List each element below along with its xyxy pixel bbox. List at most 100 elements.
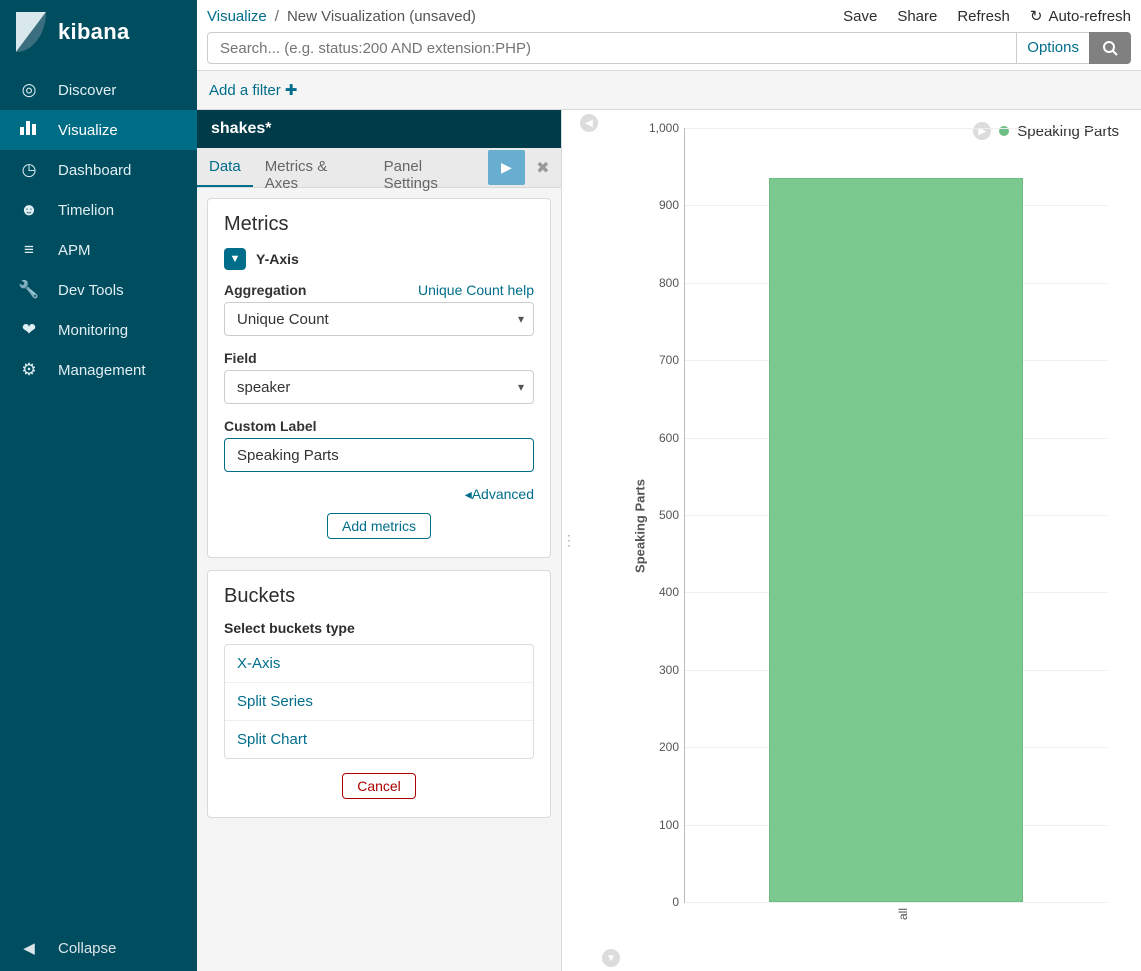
sidebar-item-label: Dev Tools <box>58 282 124 299</box>
sidebar-item-label: Monitoring <box>58 322 128 339</box>
close-icon: ✖ <box>536 158 549 178</box>
sidebar-item-timelion[interactable]: ☻ Timelion <box>0 190 197 230</box>
cycle-icon: ↻ <box>1030 7 1043 25</box>
bucket-split-series[interactable]: Split Series <box>225 683 533 721</box>
share-button[interactable]: Share <box>897 8 937 25</box>
y-tick-label: 600 <box>639 431 679 445</box>
yaxis-toggle[interactable]: ▼ <box>224 248 246 270</box>
tab-panel-settings[interactable]: Panel Settings <box>372 148 489 187</box>
y-tick-label: 700 <box>639 353 679 367</box>
apply-changes-button[interactable]: ▶ <box>488 150 524 185</box>
metrics-panel: Metrics ▼ Y-Axis Aggregation Unique Coun… <box>207 198 551 558</box>
top-actions: Save Share Refresh ↻ Auto-refresh <box>843 7 1131 25</box>
breadcrumb-current: New Visualization (unsaved) <box>287 8 476 25</box>
sidebar-item-monitoring[interactable]: ❤ Monitoring <box>0 310 197 350</box>
collapse-icon: ◀ <box>18 939 40 957</box>
y-tick-label: 300 <box>639 663 679 677</box>
y-tick-label: 800 <box>639 276 679 290</box>
custom-label-input[interactable] <box>224 438 534 472</box>
play-icon: ▶ <box>501 159 512 176</box>
sidebar-item-visualize[interactable]: Visualize <box>0 110 197 150</box>
kibana-logo-icon <box>16 12 46 52</box>
y-axis-label: Speaking Parts <box>633 479 648 573</box>
sidebar-item-label: Discover <box>58 82 116 99</box>
sidebar-item-devtools[interactable]: 🔧 Dev Tools <box>0 270 197 310</box>
custom-label-label: Custom Label <box>224 418 317 434</box>
viz-editor: shakes* Data Metrics & Axes Panel Settin… <box>197 110 562 971</box>
metrics-heading: Metrics <box>224 213 534 236</box>
x-tick-label: all <box>896 908 910 920</box>
gridline <box>685 128 1107 129</box>
heartbeat-icon: ❤ <box>18 320 40 340</box>
apm-icon: ≡ <box>18 240 40 260</box>
buckets-heading: Buckets <box>224 585 534 608</box>
bucket-type-list: X-Axis Split Series Split Chart <box>224 644 534 759</box>
y-tick-label: 0 <box>639 895 679 909</box>
chart-nav-down[interactable]: ▼ <box>602 949 620 967</box>
save-button[interactable]: Save <box>843 8 877 25</box>
add-filter-button[interactable]: Add a filter ✚ <box>209 82 297 99</box>
caret-down-icon: ▼ <box>230 253 241 265</box>
chart-area: Speaking Parts 0100200300400500600700800… <box>632 128 1117 923</box>
main-column: Visualize / New Visualization (unsaved) … <box>197 0 1141 971</box>
y-tick-label: 100 <box>639 818 679 832</box>
sidebar-item-label: APM <box>58 242 91 259</box>
tab-metrics-axes[interactable]: Metrics & Axes <box>253 148 372 187</box>
barchart-icon <box>18 120 40 140</box>
app-sidebar: kibana ◎ Discover Visualize ◷ Dashboard … <box>0 0 197 971</box>
bucket-split-chart[interactable]: Split Chart <box>225 721 533 758</box>
aggregation-select[interactable]: Unique Count <box>224 302 534 336</box>
timelion-icon: ☻ <box>18 200 40 220</box>
chevron-left-icon: ◀ <box>585 118 593 129</box>
field-select[interactable]: speaker <box>224 370 534 404</box>
sidebar-item-discover[interactable]: ◎ Discover <box>0 70 197 110</box>
auto-refresh-button[interactable]: ↻ Auto-refresh <box>1030 7 1131 25</box>
search-submit-button[interactable] <box>1089 32 1131 64</box>
discard-changes-button[interactable]: ✖ <box>525 148 561 187</box>
buckets-select-label: Select buckets type <box>224 620 534 636</box>
breadcrumb: Visualize / New Visualization (unsaved) <box>207 8 476 25</box>
bucket-xaxis[interactable]: X-Axis <box>225 645 533 683</box>
search-bar: Options <box>207 32 1131 64</box>
editor-tabs: Data Metrics & Axes Panel Settings ▶ ✖ <box>197 148 561 188</box>
breadcrumb-root[interactable]: Visualize <box>207 8 267 25</box>
sidebar-item-label: Visualize <box>58 122 118 139</box>
cancel-button[interactable]: Cancel <box>342 773 416 799</box>
chart-nav-prev[interactable]: ◀ <box>580 114 598 132</box>
breadcrumb-sep: / <box>275 8 279 25</box>
visualization-canvas: ◀ ▶ Speaking Parts Speaking Parts 010020… <box>576 110 1141 971</box>
gridline <box>685 902 1107 903</box>
sidebar-collapse[interactable]: ◀ Collapse <box>0 925 197 971</box>
sidebar-item-label: Management <box>58 362 146 379</box>
y-tick-label: 500 <box>639 508 679 522</box>
sidebar-item-dashboard[interactable]: ◷ Dashboard <box>0 150 197 190</box>
search-options[interactable]: Options <box>1017 32 1089 64</box>
add-filter-label: Add a filter <box>209 82 281 99</box>
sidebar-item-management[interactable]: ⚙ Management <box>0 350 197 390</box>
chart-bar[interactable] <box>769 178 1022 902</box>
yaxis-title: Y-Axis <box>256 251 299 267</box>
sidebar-item-apm[interactable]: ≡ APM <box>0 230 197 270</box>
chevron-down-icon: ▼ <box>606 953 616 964</box>
sidebar-nav: ◎ Discover Visualize ◷ Dashboard ☻ Timel… <box>0 70 197 925</box>
refresh-button[interactable]: Refresh <box>957 8 1010 25</box>
aggregation-help-link[interactable]: Unique Count help <box>418 282 534 298</box>
sidebar-item-label: Dashboard <box>58 162 131 179</box>
search-input[interactable] <box>207 32 1017 64</box>
sidebar-collapse-label: Collapse <box>58 940 116 957</box>
tab-data[interactable]: Data <box>197 148 253 187</box>
auto-refresh-label: Auto-refresh <box>1048 8 1131 25</box>
y-tick-label: 200 <box>639 740 679 754</box>
advanced-toggle[interactable]: ◂Advanced <box>465 486 534 502</box>
y-tick-label: 900 <box>639 198 679 212</box>
compass-icon: ◎ <box>18 80 40 100</box>
sidebar-item-label: Timelion <box>58 202 114 219</box>
plus-icon: ✚ <box>285 82 298 99</box>
filter-bar: Add a filter ✚ <box>197 71 1141 110</box>
search-icon <box>1102 40 1118 56</box>
panel-resizer[interactable]: ⋮ <box>562 110 576 971</box>
caret-left-icon: ◂ <box>465 486 472 502</box>
gauge-icon: ◷ <box>18 160 40 180</box>
buckets-panel: Buckets Select buckets type X-Axis Split… <box>207 570 551 818</box>
add-metrics-button[interactable]: Add metrics <box>327 513 431 539</box>
